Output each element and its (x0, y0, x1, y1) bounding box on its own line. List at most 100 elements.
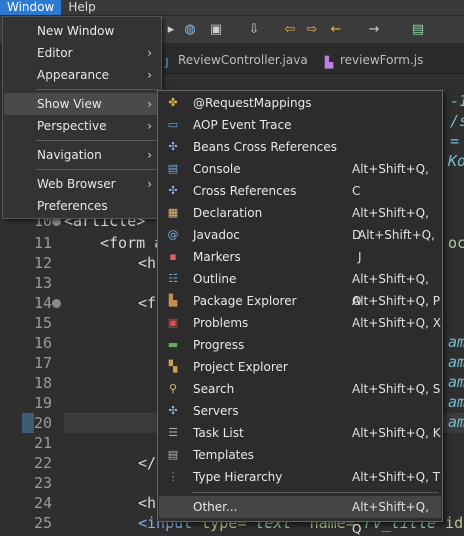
submenu-item-javadoc[interactable]: @ Javadoc Alt+Shift+Q, J (159, 224, 441, 264)
line-number: 11 (34, 234, 53, 252)
request-mappings-icon: ✤ (168, 96, 178, 109)
submenu-item-search[interactable]: ⚲ Search Alt+Shift+Q, S (159, 378, 441, 400)
chevron-right-icon: › (147, 148, 152, 162)
search-icon: ⚲ (168, 382, 178, 395)
change-marker (22, 413, 34, 433)
submenu-item-aop-event-trace[interactable]: ▭ AOP Event Trace (159, 114, 441, 136)
run-icon[interactable]: ▸ (163, 22, 179, 38)
problems-icon: ▣ (167, 316, 179, 329)
line-number: 18 (34, 374, 53, 392)
next-edit-icon[interactable]: ⇨ (304, 22, 320, 38)
line-number: 23 (34, 474, 53, 492)
project-explorer-icon: ▚ (168, 360, 178, 373)
line-number: 21 (34, 434, 53, 452)
submenu-item-package-explorer[interactable]: ▙ Package Explorer Alt+Shift+Q, P (159, 290, 441, 312)
code-fragment: am (448, 333, 464, 351)
cross-references-icon: ✣ (168, 184, 178, 197)
console-icon: ▤ (167, 162, 179, 175)
open-type-icon[interactable]: ▣ (208, 22, 224, 38)
menu-separator (36, 140, 158, 141)
line-number: 20 (34, 414, 53, 432)
chevron-right-icon: › (147, 97, 152, 111)
pin-editor-icon[interactable]: ▤ (410, 22, 426, 38)
task-list-icon: ☰ (168, 426, 178, 439)
templates-icon: ▤ (167, 448, 179, 461)
fold-icon[interactable] (52, 299, 61, 308)
servers-icon: ✣ (168, 404, 178, 417)
chevron-right-icon: › (147, 177, 152, 191)
menu-item-new-window[interactable]: New Window (4, 20, 160, 42)
line-number: 16 (34, 334, 53, 352)
code-fragment: am (448, 413, 464, 431)
menu-item-web-browser[interactable]: Web Browser › (4, 173, 160, 195)
tab-label: ReviewController.java (178, 53, 308, 67)
menu-separator (36, 169, 158, 170)
chevron-right-icon: › (147, 68, 152, 82)
submenu-item-project-explorer[interactable]: ▚ Project Explorer (159, 356, 441, 378)
menu-help[interactable]: Help (61, 0, 102, 15)
submenu-item-task-list[interactable]: ☰ Task List Alt+Shift+Q, K (159, 422, 441, 444)
code-text: <h (138, 494, 157, 512)
line-number: 15 (34, 314, 53, 332)
chevron-right-icon: › (147, 119, 152, 133)
menubar: Window Help (0, 0, 464, 16)
code-fragment: am (448, 373, 464, 391)
menu-separator (36, 89, 158, 90)
line-number: 12 (34, 254, 53, 272)
java-file-icon: J (165, 56, 169, 69)
submenu-item-servers[interactable]: ✣ Servers (159, 400, 441, 422)
js-file-icon: ▙ (324, 56, 334, 69)
line-number: 25 (34, 514, 53, 532)
package-explorer-icon: ▙ (168, 294, 178, 307)
code-text: <form a (100, 234, 164, 252)
code-text: </ (138, 454, 157, 472)
submenu-item-progress[interactable]: ▬ Progress (159, 334, 441, 356)
code-text: <f (138, 294, 157, 312)
menu-item-appearance[interactable]: Appearance › (4, 64, 160, 86)
code-fragment: Ko (448, 152, 464, 170)
outline-icon: ☷ (168, 272, 178, 285)
tab-review-controller[interactable]: J ReviewController.java (160, 50, 308, 70)
code-fragment: am (448, 353, 464, 371)
submenu-item-templates[interactable]: ▤ Templates (159, 444, 441, 466)
markers-icon: ▪ (169, 250, 177, 263)
forward-icon[interactable]: → (366, 22, 382, 38)
back-icon[interactable]: ← (328, 22, 344, 38)
prev-edit-icon[interactable]: ⇦ (282, 22, 298, 38)
tab-label: reviewForm.js (340, 53, 424, 67)
tab-review-form[interactable]: ▙ reviewForm.js (322, 50, 424, 70)
javadoc-icon: @ (167, 228, 179, 241)
submenu-item-declaration[interactable]: ▦ Declaration Alt+Shift+Q, D (159, 202, 441, 242)
code-fragment: -1 (450, 92, 464, 110)
submenu-item-request-mappings[interactable]: ✤ @RequestMappings (159, 92, 441, 114)
submenu-item-problems[interactable]: ▣ Problems Alt+Shift+Q, X (159, 312, 441, 334)
line-number: 17 (34, 354, 53, 372)
submenu-item-console[interactable]: ▤ Console Alt+Shift+Q, C (159, 158, 441, 198)
code-text: <h (138, 254, 157, 272)
line-number: 13 (34, 274, 53, 292)
submenu-item-type-hierarchy[interactable]: ⋮ Type Hierarchy Alt+Shift+Q, T (159, 466, 441, 488)
submenu-item-cross-references[interactable]: ✣ Cross References (159, 180, 441, 202)
line-number: 19 (34, 394, 53, 412)
progress-icon: ▬ (167, 338, 179, 351)
globe-icon[interactable]: ◍ (182, 22, 198, 38)
code-fragment: = (450, 132, 460, 150)
menu-item-show-view[interactable]: Show View › (4, 93, 160, 115)
submenu-item-other[interactable]: Other... Alt+Shift+Q, Q (159, 496, 441, 536)
submenu-item-markers[interactable]: ▪ Markers (159, 246, 441, 268)
next-annotation-icon[interactable]: ⇩ (246, 22, 262, 38)
declaration-icon: ▦ (167, 206, 179, 219)
code-fragment: am (448, 393, 464, 411)
menu-item-editor[interactable]: Editor › (4, 42, 160, 64)
menu-window[interactable]: Window (0, 0, 62, 15)
chevron-right-icon: › (147, 46, 152, 60)
menu-item-preferences[interactable]: Preferences (4, 195, 160, 217)
submenu-separator (192, 492, 438, 493)
menu-item-perspective[interactable]: Perspective › (4, 115, 160, 137)
submenu-item-beans-cross-references[interactable]: ✣ Beans Cross References (159, 136, 441, 158)
line-number: 24 (34, 494, 53, 512)
submenu-item-outline[interactable]: ☷ Outline Alt+Shift+Q, O (159, 268, 441, 308)
menu-item-navigation[interactable]: Navigation › (4, 144, 160, 166)
type-hierarchy-icon: ⋮ (167, 470, 179, 483)
code-fragment: /s (450, 112, 464, 130)
